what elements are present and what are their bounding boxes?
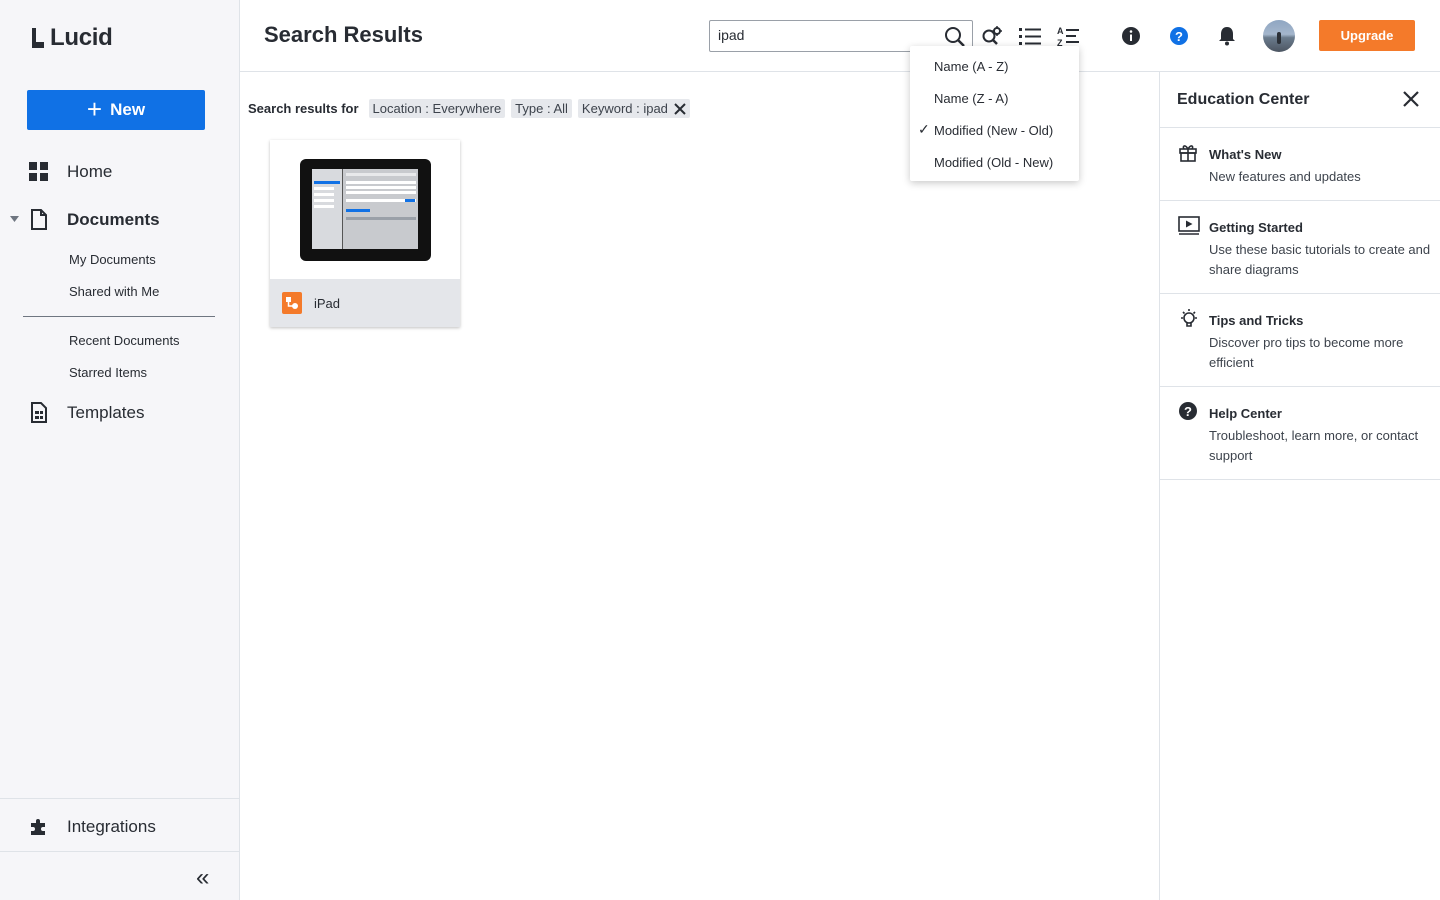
sidebar-item-integrations[interactable]: Integrations (28, 816, 156, 837)
edu-item-description: Troubleshoot, learn more, or contact sup… (1209, 428, 1419, 463)
close-icon[interactable] (1402, 90, 1420, 108)
edu-item-title: What's New (1209, 147, 1282, 162)
edu-item-title: Getting Started (1209, 220, 1303, 235)
new-button-label: New (110, 100, 146, 119)
document-icon (31, 209, 47, 230)
document-card[interactable]: iPad (270, 140, 460, 327)
document-card-footer: iPad (270, 279, 460, 327)
video-icon (1178, 216, 1200, 235)
remove-filter-icon[interactable] (674, 102, 686, 115)
help-icon[interactable]: ? (1169, 26, 1189, 46)
list-view-icon[interactable] (1019, 26, 1041, 46)
gift-icon (1179, 145, 1197, 162)
lucid-logo-icon (32, 28, 44, 48)
collapse-sidebar-icon[interactable]: « (196, 864, 209, 892)
sidebar-item-starred-items[interactable]: Starred Items (69, 365, 147, 380)
checkmark-icon: ✓ (918, 121, 930, 137)
document-name: iPad (314, 295, 341, 311)
filter-chip-keyword: Keyword : ipad (577, 99, 690, 118)
edu-item-whats-new[interactable]: What's New New features and updates (1160, 128, 1440, 201)
search-input[interactable] (718, 27, 928, 43)
sidebar-item-label: Templates (67, 402, 145, 422)
sidebar-item-documents[interactable]: Documents (28, 209, 160, 230)
sidebar-item-templates[interactable]: Templates (28, 402, 144, 423)
edu-item-description: Use these basic tutorials to create and … (1209, 242, 1431, 277)
filter-chip-type[interactable]: Type : All (511, 99, 572, 118)
filter-chip-text: Keyword : ipad (581, 101, 668, 116)
sort-icon[interactable]: AZ (1057, 25, 1079, 47)
edu-item-tips-and-tricks[interactable]: Tips and Tricks Discover pro tips to bec… (1160, 294, 1440, 387)
templates-icon (31, 402, 47, 423)
ipad-thumbnail-image (300, 159, 431, 261)
svg-text:?: ? (1184, 404, 1192, 419)
sidebar-bottom-divider (0, 851, 239, 852)
filter-chip-location[interactable]: Location : Everywhere (368, 99, 506, 118)
education-center-panel: Education Center What's New New features… (1159, 72, 1440, 900)
edu-item-title: Tips and Tricks (1209, 313, 1304, 328)
filter-chip-text: Type : All (515, 101, 568, 116)
search-results-label: Search results for (248, 101, 359, 116)
sidebar-item-shared-with-me[interactable]: Shared with Me (69, 284, 159, 299)
sidebar: Lucid + New Home Documents My Documents … (0, 0, 240, 900)
upgrade-button[interactable]: Upgrade (1319, 20, 1415, 51)
sort-option-name-desc[interactable]: Name (Z - A) (934, 91, 1008, 106)
sidebar-item-recent-documents[interactable]: Recent Documents (69, 333, 180, 348)
sort-option-name-asc[interactable]: Name (A - Z) (934, 59, 1008, 74)
svg-text:A: A (1057, 26, 1064, 36)
sort-option-modified-new-old[interactable]: Modified (New - Old) (934, 123, 1053, 138)
edu-item-description: Discover pro tips to become more efficie… (1209, 335, 1404, 370)
home-grid-icon (29, 162, 48, 181)
lucid-logo[interactable]: Lucid (30, 24, 113, 52)
top-header: Search Results AZ ? Upgrade (240, 0, 1440, 72)
sort-option-modified-old-new[interactable]: Modified (Old - New) (934, 155, 1053, 170)
page-title: Search Results (264, 22, 423, 47)
bell-icon[interactable] (1217, 26, 1237, 46)
question-circle-icon: ? (1179, 402, 1197, 420)
new-button[interactable]: + New (27, 90, 205, 130)
edu-item-title: Help Center (1209, 406, 1282, 421)
puzzle-icon (31, 819, 45, 835)
search-filter-bar: Search results for Location : Everywhere… (248, 99, 690, 118)
edu-item-description: New features and updates (1209, 169, 1361, 184)
search-settings-icon[interactable] (981, 25, 1003, 47)
search-icon[interactable] (944, 26, 966, 48)
education-center-title: Education Center (1177, 91, 1310, 108)
education-center-header: Education Center (1160, 72, 1440, 128)
logo-text: Lucid (50, 24, 113, 51)
sidebar-item-label: Integrations (67, 816, 156, 836)
caret-down-icon[interactable] (10, 216, 19, 223)
sidebar-divider (23, 316, 215, 317)
sidebar-bottom-divider (0, 798, 239, 799)
edu-item-help-center[interactable]: ? Help Center Troubleshoot, learn more, … (1160, 387, 1440, 480)
edu-item-getting-started[interactable]: Getting Started Use these basic tutorial… (1160, 201, 1440, 294)
sidebar-item-my-documents[interactable]: My Documents (69, 252, 156, 267)
user-avatar[interactable] (1263, 20, 1295, 52)
sidebar-item-label: Home (67, 161, 113, 181)
svg-text:?: ? (1175, 29, 1183, 44)
filter-chip-text: Location : Everywhere (372, 101, 502, 116)
lucidchart-doc-icon (282, 292, 302, 314)
document-thumbnail (270, 140, 460, 279)
sidebar-item-home[interactable]: Home (28, 161, 112, 182)
info-icon[interactable] (1121, 26, 1141, 46)
sidebar-item-label: Documents (67, 209, 160, 229)
lightbulb-icon (1181, 309, 1197, 327)
sort-dropdown-menu: Name (A - Z) Name (Z - A) ✓ Modified (Ne… (910, 46, 1079, 181)
plus-icon: + (86, 93, 103, 124)
